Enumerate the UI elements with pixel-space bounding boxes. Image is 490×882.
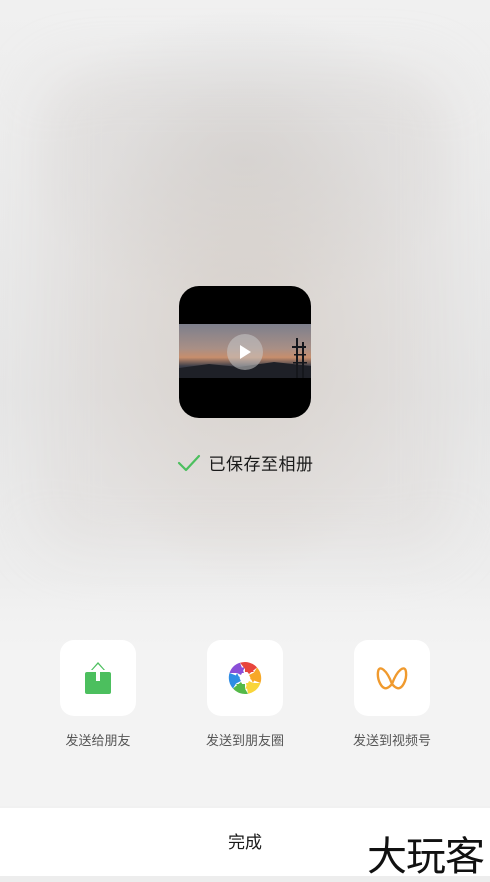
share-to-moments-tile[interactable] xyxy=(207,640,283,716)
share-to-friend-button[interactable]: 发送给朋友 xyxy=(28,640,168,749)
checkmark-icon xyxy=(177,454,200,471)
share-to-moments-button[interactable]: 发送到朋友圈 xyxy=(175,640,315,749)
saved-status-text: 已保存至相册 xyxy=(208,455,314,475)
done-button[interactable]: 完成 xyxy=(195,820,295,860)
watermark-logo: 大玩客 xyxy=(367,834,485,880)
play-button[interactable] xyxy=(227,334,263,370)
share-to-channels-button[interactable]: 发送到视频号 xyxy=(322,640,462,749)
footer-bar: 完成 大玩客 xyxy=(0,808,490,880)
moments-aperture-icon xyxy=(228,662,262,694)
share-to-channels-label: 发送到视频号 xyxy=(352,734,431,749)
play-icon xyxy=(240,345,251,359)
share-to-friend-tile[interactable] xyxy=(60,640,136,716)
channels-butterfly-icon xyxy=(376,667,408,690)
share-to-friend-label: 发送给朋友 xyxy=(65,734,131,749)
share-to-moments-label: 发送到朋友圈 xyxy=(205,734,284,749)
share-to-friend-icon xyxy=(85,662,111,694)
video-thumbnail[interactable] xyxy=(179,286,311,418)
share-to-channels-tile[interactable] xyxy=(354,640,430,716)
saved-status-row: 已保存至相册 xyxy=(0,450,490,475)
